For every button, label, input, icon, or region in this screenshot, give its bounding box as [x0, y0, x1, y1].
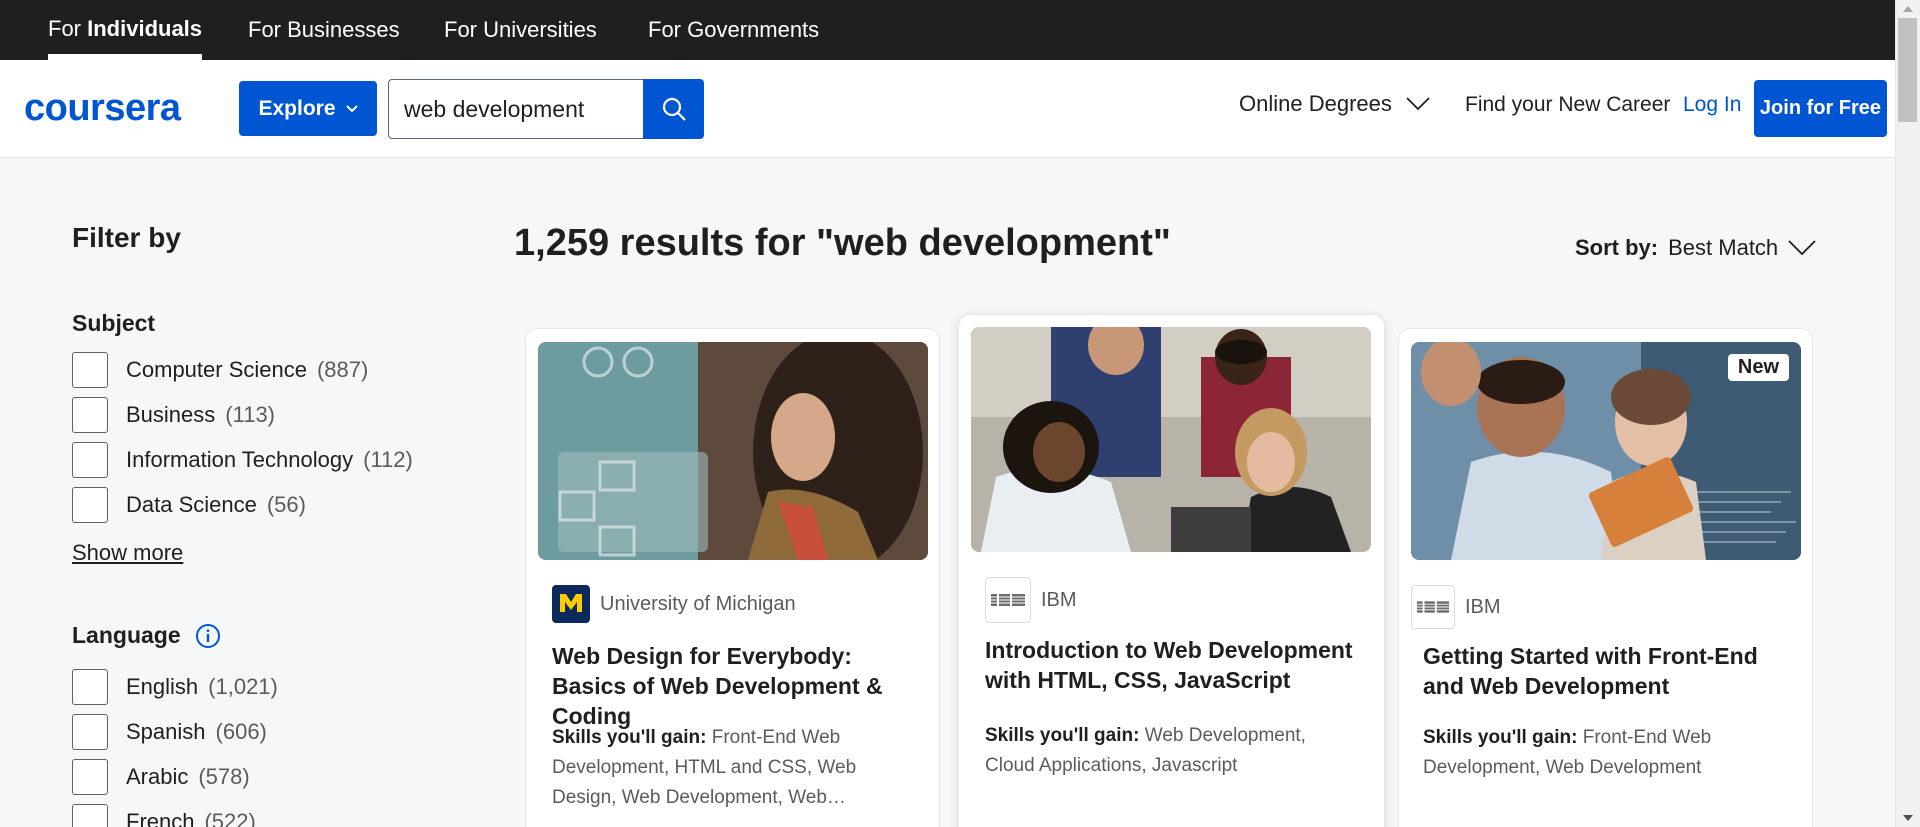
- course-skills: Skills you'll gain: Front-End Web Develo…: [552, 723, 892, 813]
- filter-option-count: (112): [363, 447, 413, 472]
- checkbox[interactable]: [72, 804, 108, 827]
- partner-row: IBM: [985, 577, 1077, 623]
- filter-option-spanish[interactable]: Spanish (606): [72, 714, 267, 750]
- scroll-up-arrow-icon[interactable]: [1903, 6, 1913, 12]
- filter-option-label: Data Science: [126, 492, 257, 517]
- chevron-down-icon: [1406, 97, 1430, 111]
- scroll-down-arrow-icon[interactable]: [1903, 815, 1913, 821]
- filter-option-count: (113): [225, 402, 276, 427]
- coursera-logo[interactable]: coursera: [24, 88, 216, 128]
- filter-option-label: French: [126, 809, 195, 827]
- partner-name: University of Michigan: [600, 592, 796, 615]
- filter-option-count: (578): [198, 764, 250, 789]
- filter-option-information-technology[interactable]: Information Technology (112): [72, 442, 413, 478]
- filter-option-english[interactable]: English (1,021): [72, 669, 278, 705]
- info-icon[interactable]: [195, 623, 221, 649]
- tab-bold-label: Individuals: [87, 16, 203, 41]
- filter-option-count: (522): [204, 809, 256, 827]
- partner-row: University of Michigan: [552, 585, 796, 623]
- tab-for-businesses[interactable]: For Businesses: [248, 0, 400, 60]
- show-more-link[interactable]: Show more: [72, 540, 183, 566]
- join-for-free-button[interactable]: Join for Free: [1754, 80, 1887, 137]
- filter-option-data-science[interactable]: Data Science (56): [72, 487, 306, 523]
- filter-option-count: (1,021): [208, 674, 278, 699]
- course-title[interactable]: Getting Started with Front-End and Web D…: [1423, 641, 1793, 701]
- svg-text:coursera: coursera: [24, 88, 182, 128]
- online-degrees-label: Online Degrees: [1239, 91, 1392, 116]
- course-image: [538, 342, 928, 560]
- course-card[interactable]: New IBM Getting Started with Front-End a…: [1398, 328, 1813, 827]
- checkbox[interactable]: [72, 487, 108, 523]
- online-degrees-menu[interactable]: Online Degrees: [1239, 91, 1430, 117]
- filter-option-arabic[interactable]: Arabic (578): [72, 759, 250, 795]
- filter-option-label: Arabic: [126, 764, 189, 789]
- checkbox[interactable]: [72, 759, 108, 795]
- partner-name: IBM: [1041, 588, 1077, 611]
- subject-filter-heading: Subject: [72, 310, 155, 337]
- tab-for-individuals[interactable]: For Individuals: [48, 0, 203, 60]
- subject-heading-label: Subject: [72, 310, 156, 336]
- university-of-michigan-logo-icon: [552, 585, 590, 623]
- page-scrollbar[interactable]: [1895, 0, 1920, 827]
- filter-option-count: (887): [316, 357, 369, 382]
- sort-by-label: Sort by:: [1575, 235, 1659, 260]
- tab-prefix: For: [48, 16, 88, 41]
- filter-by-heading: Filter by: [72, 222, 181, 253]
- filter-option-label: Spanish: [126, 719, 206, 744]
- find-career-link[interactable]: Find your New Career: [1465, 93, 1670, 117]
- course-card[interactable]: IBM Introduction to Web Development with…: [958, 314, 1385, 827]
- explore-button[interactable]: Explore: [239, 81, 377, 136]
- tab-for-governments[interactable]: For Governments: [648, 0, 819, 60]
- explore-label: Explore: [258, 96, 336, 120]
- filter-option-label: English: [126, 674, 199, 699]
- ibm-logo-icon: [1411, 585, 1455, 629]
- course-title[interactable]: Introduction to Web Development with HTM…: [985, 635, 1365, 695]
- course-skills: Skills you'll gain: Front-End Web Develo…: [1423, 723, 1763, 783]
- audience-bar: For Individuals For Businesses For Unive…: [0, 0, 1895, 60]
- filter-option-french[interactable]: French (522): [72, 804, 256, 827]
- course-card[interactable]: University of Michigan Web Design for Ev…: [525, 328, 940, 827]
- new-badge: New: [1727, 354, 1789, 381]
- login-link[interactable]: Log In: [1683, 93, 1741, 117]
- search-input[interactable]: [388, 79, 644, 139]
- filter-option-count: (56): [266, 492, 306, 517]
- filter-option-count: (606): [215, 719, 267, 744]
- chevron-down-icon: [345, 104, 358, 112]
- course-title[interactable]: Web Design for Everybody: Basics of Web …: [552, 641, 922, 731]
- checkbox[interactable]: [72, 669, 108, 705]
- filter-option-label: Information Technology: [126, 447, 354, 472]
- checkbox[interactable]: [72, 397, 108, 433]
- skills-label: Skills you'll gain:: [1423, 727, 1578, 748]
- checkbox[interactable]: [72, 442, 108, 478]
- sort-by-dropdown[interactable]: Sort by: Best Match: [1575, 235, 1816, 261]
- language-heading-label: Language: [72, 622, 181, 648]
- filter-option-label: Business: [126, 402, 216, 427]
- main-header: coursera Explore Online Degrees Find you…: [0, 60, 1895, 158]
- results-heading: 1,259 results for "web development": [514, 222, 1171, 264]
- course-skills: Skills you'll gain: Web Development, Clo…: [985, 721, 1345, 781]
- search-icon: [662, 97, 686, 121]
- checkbox[interactable]: [72, 714, 108, 750]
- skills-label: Skills you'll gain:: [552, 727, 707, 748]
- search-button[interactable]: [643, 79, 704, 139]
- chevron-down-icon: [1788, 240, 1816, 256]
- filter-option-computer-science[interactable]: Computer Science (887): [72, 352, 368, 388]
- sort-by-value: Best Match: [1668, 235, 1779, 260]
- tab-for-universities[interactable]: For Universities: [444, 0, 597, 60]
- course-image: [971, 327, 1371, 552]
- checkbox[interactable]: [72, 352, 108, 388]
- filter-option-business[interactable]: Business (113): [72, 397, 275, 433]
- language-filter-heading: Language: [72, 622, 221, 649]
- filter-option-label: Computer Science: [126, 357, 307, 382]
- course-image: New: [1411, 342, 1801, 560]
- partner-row: IBM: [1411, 585, 1501, 629]
- partner-name: IBM: [1465, 595, 1501, 618]
- ibm-logo-icon: [985, 577, 1031, 623]
- skills-label: Skills you'll gain:: [985, 725, 1140, 746]
- scroll-thumb[interactable]: [1898, 18, 1917, 122]
